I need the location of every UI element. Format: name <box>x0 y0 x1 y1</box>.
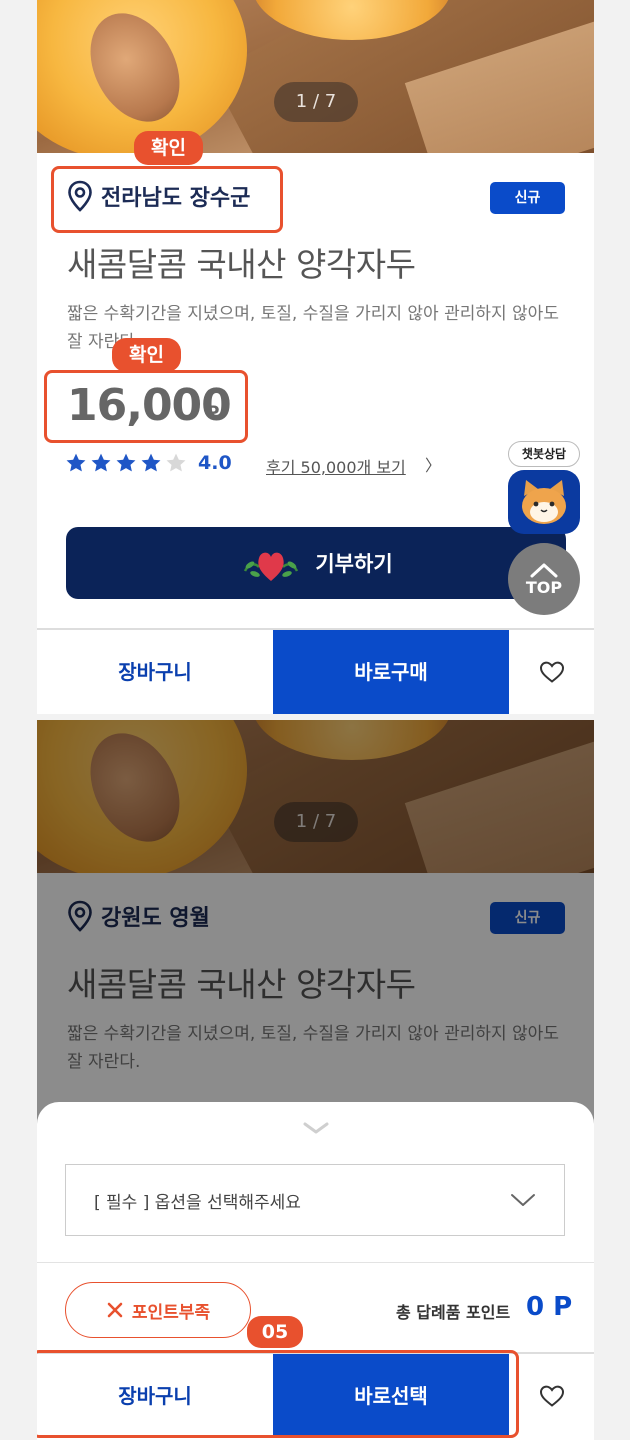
option-select[interactable]: [ 필수 ] 옵션을 선택해주세요 <box>65 1164 565 1236</box>
option-sheet-panel: 1 / 7 강원도 영월 신규 새콤달콤 국내산 양각자두 짧은 수확기간을 지… <box>37 720 594 1440</box>
price-callout-box <box>44 370 248 443</box>
new-badge: 신규 <box>490 182 565 214</box>
chatbot-button[interactable] <box>508 470 580 534</box>
insufficient-points-button[interactable]: 포인트부족 <box>65 1282 251 1338</box>
reviews-link[interactable]: 후기 50,000개 보기 <box>266 454 406 478</box>
buy-now-button[interactable]: 바로구매 <box>273 630 509 714</box>
product-image[interactable]: 1 / 7 <box>37 0 594 153</box>
scroll-top-button[interactable]: TOP <box>508 543 580 615</box>
donate-button[interactable]: 기부하기 <box>66 527 566 599</box>
star-icon <box>66 453 86 472</box>
bottom-bar-callout-tag: 05 <box>247 1316 303 1348</box>
heart-icon <box>539 661 564 683</box>
chevron-down-icon <box>511 1194 535 1206</box>
bottom-action-bar: 장바구니 바로구매 <box>37 628 594 714</box>
product-detail-panel: 1 / 7 전라남도 장수군 신규 새콤달콤 국내산 양각자두 짧은 수확기간을… <box>37 0 594 714</box>
location-callout-box <box>51 166 283 233</box>
donate-label: 기부하기 <box>315 552 393 576</box>
chatbot-label: 챗봇상담 <box>508 441 580 467</box>
star-icon <box>116 453 136 472</box>
cat-icon <box>522 480 566 524</box>
star-empty-icon <box>166 453 186 472</box>
divider <box>37 1262 594 1263</box>
top-label: TOP <box>525 577 563 597</box>
image-page-counter: 1 / 7 <box>274 82 358 122</box>
close-icon <box>107 1302 123 1318</box>
wishlist-button[interactable] <box>509 1354 594 1438</box>
star-icon <box>141 453 161 472</box>
location-callout-tag: 확인 <box>134 131 203 165</box>
star-icon <box>91 453 111 472</box>
option-placeholder: [ 필수 ] 옵션을 선택해주세요 <box>94 1192 301 1213</box>
cart-button[interactable]: 장바구니 <box>37 630 273 714</box>
chevron-up-icon <box>530 563 558 577</box>
bottom-bar-callout-box <box>37 1350 519 1438</box>
chevron-down-icon[interactable] <box>302 1120 330 1136</box>
heart-icon <box>539 1385 564 1407</box>
rating: 4.0 <box>65 452 232 474</box>
total-points-value: 0 P <box>526 1292 573 1322</box>
insufficient-points-label: 포인트부족 <box>131 1302 211 1323</box>
total-points-label: 총 답례품 포인트 <box>396 1303 511 1322</box>
rating-value: 4.0 <box>198 452 232 474</box>
price-callout-tag: 확인 <box>112 338 181 372</box>
product-title: 새콤달콤 국내산 양각자두 <box>67 245 416 284</box>
chevron-right-icon: 〉 <box>425 456 442 475</box>
wishlist-button[interactable] <box>509 630 594 714</box>
heart-leaf-icon <box>244 552 299 581</box>
